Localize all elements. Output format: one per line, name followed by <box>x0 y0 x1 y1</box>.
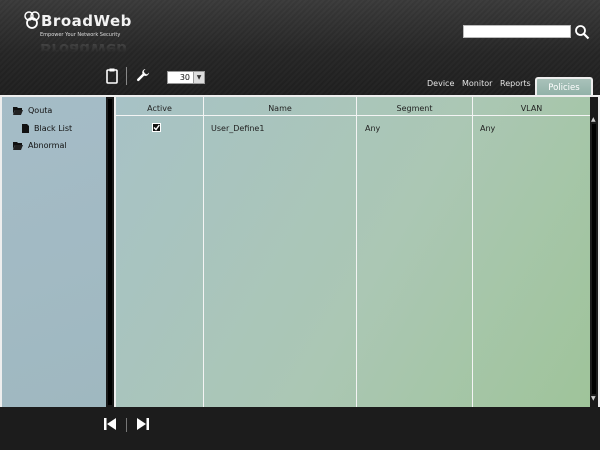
scrollbar-thumb[interactable] <box>108 99 112 405</box>
brand-name: BroadWeb <box>41 12 132 30</box>
sidebar-scrollbar[interactable] <box>106 97 114 407</box>
scroll-up-icon[interactable]: ▲ <box>591 116 596 123</box>
search-icon[interactable] <box>574 24 590 40</box>
logo-mark-icon <box>24 11 40 29</box>
folder-open-icon <box>13 107 23 115</box>
next-page-icon[interactable] <box>137 418 149 430</box>
tree-item-label: Abnormal <box>28 141 67 150</box>
file-icon <box>22 124 29 133</box>
active-checkbox[interactable] <box>152 123 161 132</box>
page-size-value: 30 <box>179 73 190 82</box>
header-divider <box>116 115 590 116</box>
brand-reflection: BroadWeb <box>40 40 127 58</box>
pager-bar <box>0 407 600 450</box>
previous-page-icon[interactable] <box>104 418 116 430</box>
column-divider <box>203 97 204 407</box>
column-header-segment[interactable]: Segment <box>357 104 472 113</box>
column-header-vlan[interactable]: VLAN <box>473 104 590 113</box>
clipboard-icon[interactable] <box>106 68 118 84</box>
page-size-select[interactable]: 30 ▼ <box>167 71 205 84</box>
policy-table <box>116 97 590 407</box>
column-header-active[interactable]: Active <box>116 104 203 113</box>
tab-monitor[interactable]: Monitor <box>462 79 492 88</box>
tab-policies[interactable]: Policies <box>535 77 593 97</box>
wrench-icon[interactable] <box>136 68 150 82</box>
toolbar-divider <box>126 67 127 85</box>
tab-reports[interactable]: Reports <box>500 79 531 88</box>
cell-segment[interactable]: Any <box>365 124 380 133</box>
checkmark-icon <box>153 124 160 131</box>
folder-open-icon <box>13 142 23 150</box>
pager-divider <box>126 418 127 432</box>
search-input[interactable] <box>463 25 571 38</box>
tree-item-label: Black List <box>34 124 73 133</box>
column-header-name[interactable]: Name <box>204 104 356 113</box>
column-divider <box>356 97 357 407</box>
scroll-down-icon[interactable]: ▼ <box>591 395 596 402</box>
column-divider <box>472 97 473 407</box>
cell-name[interactable]: User_Define1 <box>211 124 264 133</box>
table-scrollbar[interactable]: ▲ ▼ <box>590 97 598 407</box>
cell-vlan[interactable]: Any <box>480 124 495 133</box>
scrollbar-thumb[interactable] <box>592 124 596 394</box>
brand-tagline: Empower Your Network Security <box>40 32 121 38</box>
tab-device[interactable]: Device <box>427 79 454 88</box>
chevron-down-icon: ▼ <box>193 72 204 83</box>
tree-item-label: Qouta <box>28 106 53 115</box>
